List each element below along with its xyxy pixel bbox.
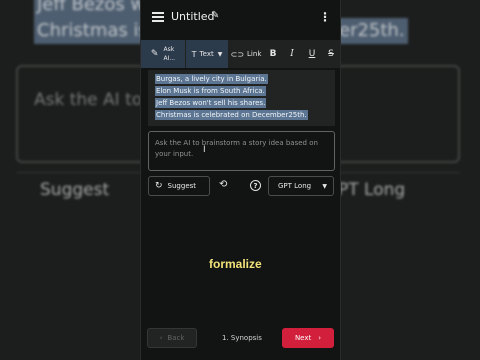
chevron-right-icon: › [318,334,322,342]
step-indicator: 1. Synopsis [222,334,262,342]
back-button[interactable]: ‹ Back [147,328,197,348]
ask-ai-label: AI... [163,55,176,62]
ai-prompt-placeholder: Ask the AI to brainstorm a story idea ba… [155,139,318,158]
text-type-icon: T [191,49,197,59]
back-label: Back [167,334,185,342]
app-panel: Untitled ✎ ⋮ ✎ Ask AI... T Text ▼ ⊂⊃ Lin… [140,0,341,360]
suggest-button[interactable]: ↻ Suggest [148,176,210,196]
bg-selected-line: er25th. [336,18,408,44]
ai-prompt-input[interactable]: Ask the AI to brainstorm a story idea ba… [148,131,335,171]
next-label: Next [294,334,312,342]
strikethrough-button[interactable]: S [323,40,339,68]
bg-model-label: PT Long [338,180,406,200]
history-icon[interactable]: ⟲ [219,179,227,190]
caret-down-icon: ▼ [322,183,327,190]
text-cursor-icon: I [203,145,206,155]
hamburger-icon[interactable] [152,12,164,22]
format-toolbar: ✎ Ask AI... T Text ▼ ⊂⊃ Link B I U S [141,40,340,68]
selected-text-line[interactable]: Christmas is celebrated on December25th. [155,110,308,120]
caption-overlay: formalize [209,257,262,271]
model-select[interactable]: GPT Long ▼ [268,176,334,196]
text-style-label: Text [199,50,214,58]
document-title[interactable]: Untitled [171,10,215,23]
text-style-dropdown[interactable]: T Text ▼ [186,40,228,68]
suggest-label: Suggest [167,182,197,190]
model-select-label: GPT Long [278,182,312,190]
link-label: Link [247,50,262,58]
selected-text-line[interactable]: Jeff Bezos won't sell his shares. [155,98,267,108]
underline-button[interactable]: U [304,40,320,68]
refresh-icon: ↻ [155,181,163,191]
video-frame: Jeff Bezos w Christmas is er25th. Ask th… [0,0,480,360]
ask-ai-label: Ask [163,46,175,53]
bold-button[interactable]: B [265,40,281,68]
italic-button[interactable]: I [284,40,300,68]
pencil-icon[interactable]: ✎ [211,10,219,21]
link-icon: ⊂⊃ [230,49,245,59]
pen-icon: ✎ [150,49,159,59]
help-icon[interactable]: ? [250,180,261,191]
ask-ai-button[interactable]: ✎ Ask AI... [141,40,185,68]
kebab-icon[interactable]: ⋮ [319,10,331,24]
selected-text-line[interactable]: Burgas, a lively city in Bulgaria. [155,74,268,84]
chevron-left-icon: ‹ [159,334,163,342]
bg-suggest-label: Suggest [40,180,110,200]
next-button[interactable]: Next › [282,328,334,348]
bg-selected-line: Jeff Bezos w [34,0,149,18]
link-button[interactable]: ⊂⊃ Link [229,40,263,68]
selected-text-line[interactable]: Elon Musk is from South Africa. [155,86,266,96]
bg-selected-line: Christmas is [34,18,151,44]
app-header: Untitled ✎ ⋮ [141,0,340,36]
text-editor[interactable]: Burgas, a lively city in Bulgaria. Elon … [148,70,335,126]
chevron-down-icon: ▼ [217,50,223,58]
wizard-footer: ‹ Back 1. Synopsis Next › [141,326,340,350]
ai-controls: ↻ Suggest ⟲ ? GPT Long ▼ [141,174,340,198]
